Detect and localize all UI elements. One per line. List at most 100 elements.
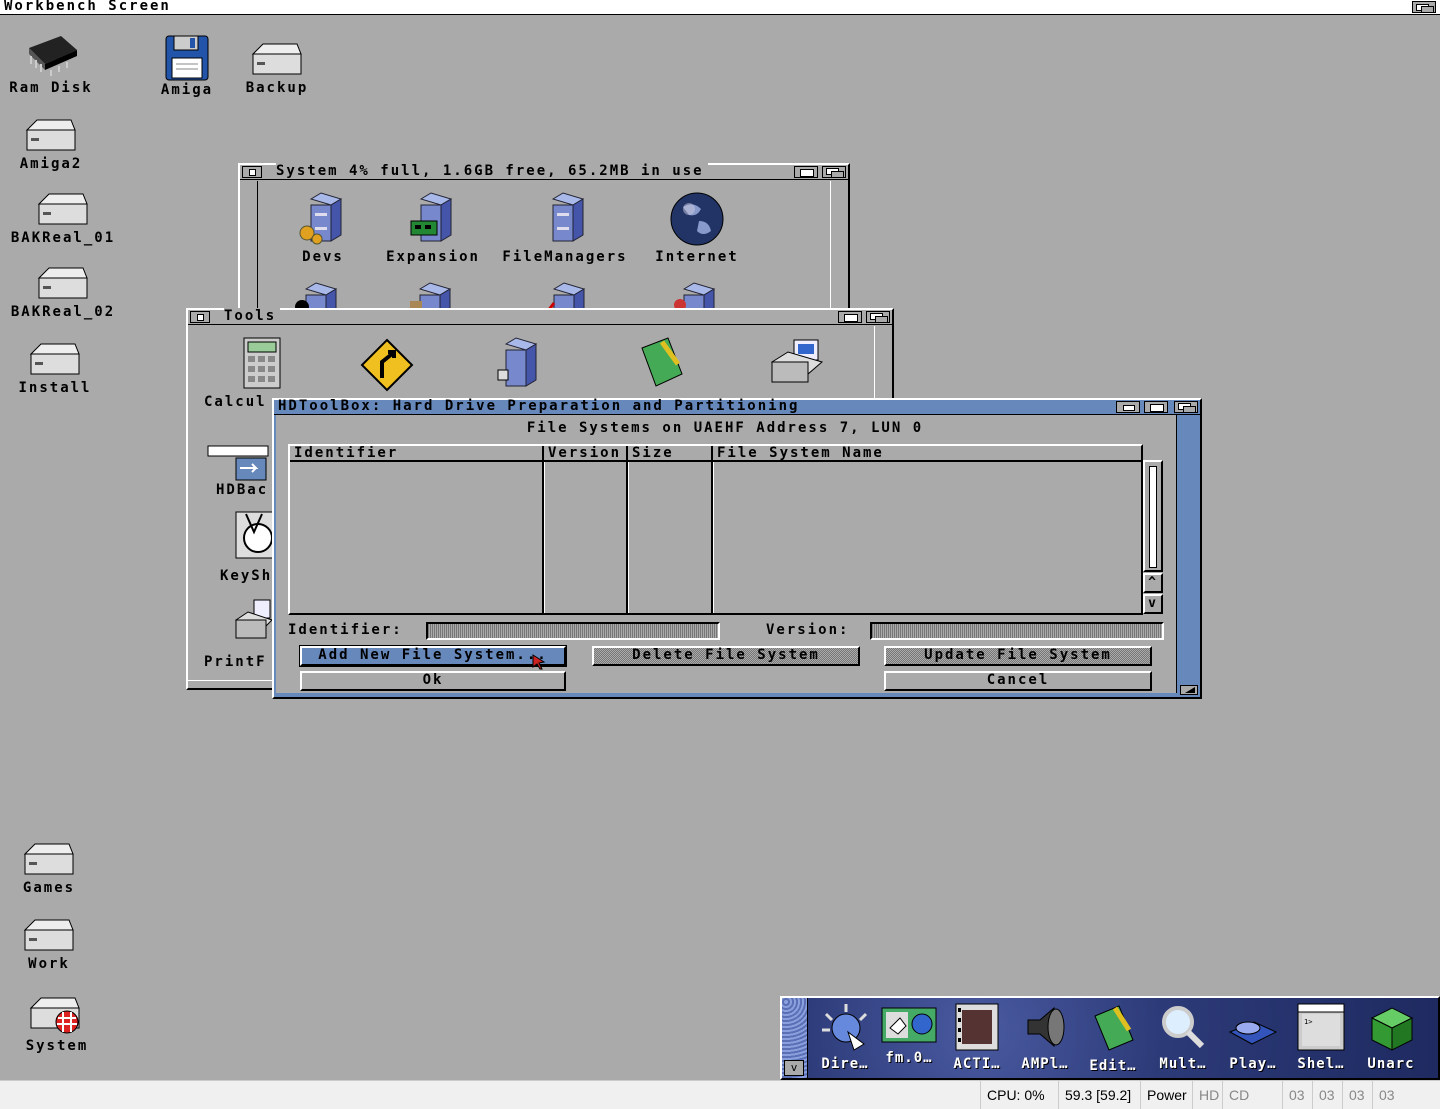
drawer-cabinet-icon: [410, 282, 452, 311]
hard-drive-icon: [29, 343, 80, 375]
list-scrollbar[interactable]: ^ v: [1143, 460, 1163, 615]
delete-file-system-button[interactable]: Delete File System: [592, 646, 860, 666]
iconify-gadget[interactable]: [1116, 401, 1140, 413]
file-manager-icon: [881, 1007, 937, 1043]
close-gadget[interactable]: [242, 166, 262, 178]
disc-player-icon: [1228, 1021, 1278, 1045]
dock-item-activity[interactable]: ACTI…: [948, 1002, 1006, 1072]
desktop-icon-label: Work: [28, 956, 70, 972]
drawer-internet[interactable]: Internet: [632, 191, 762, 265]
drawer-cabinet-icon: [295, 282, 338, 311]
window-title-bar[interactable]: System 4% full, 1.6GB free, 65.2MB in us…: [240, 163, 848, 180]
desktop-icon-work[interactable]: Work: [0, 916, 104, 972]
dock-item-directory-opus[interactable]: Dire…: [816, 1002, 874, 1072]
dock-item-fm[interactable]: fm.0…: [880, 1002, 938, 1066]
desktop-icon-bakreal02[interactable]: BAKReal_02: [8, 264, 118, 320]
hard-drive-icon: [37, 267, 88, 299]
notepad-icon: [641, 337, 683, 387]
drawer-cabinet-icon: [497, 337, 538, 387]
drawer-filemanagers[interactable]: FileManagers: [500, 191, 630, 265]
drive-df2-indicator[interactable]: 03: [1342, 1081, 1372, 1109]
zoom-gadget[interactable]: [1144, 401, 1168, 413]
green-box-icon: [1370, 1007, 1414, 1051]
column-header-version[interactable]: Version: [544, 446, 628, 462]
screen-title-bar[interactable]: Workbench Screen: [0, 0, 1440, 15]
drawer-cabinet-icon: [299, 192, 343, 245]
dock-item-label: Unarc: [1367, 1056, 1415, 1072]
dock-item-multiview[interactable]: Mult…: [1154, 1002, 1212, 1072]
hard-drive-icon: [23, 843, 74, 875]
desktop-icon-label: Backup: [245, 80, 309, 96]
desktop-icon-system[interactable]: System: [2, 994, 112, 1054]
dock-item-shell[interactable]: 1> Shel…: [1292, 1002, 1350, 1072]
add-new-file-system-button[interactable]: Add New File System...: [299, 645, 567, 667]
tool-label: Calcul: [204, 394, 267, 410]
drive-df3-indicator[interactable]: 03: [1372, 1081, 1402, 1109]
drawer-label: Internet: [655, 249, 739, 265]
file-system-list[interactable]: Identifier Version Size File System Name: [288, 444, 1143, 615]
desktop-icon-label: Ram Disk: [9, 80, 93, 96]
scroll-down-button[interactable]: v: [1143, 594, 1163, 614]
desktop-icon-games[interactable]: Games: [0, 840, 104, 896]
cpu-indicator: CPU: 0%: [980, 1081, 1050, 1109]
left-scroll-border: [242, 181, 258, 311]
hard-drive-icon: [25, 119, 76, 151]
svg-text:1>: 1>: [1304, 1018, 1312, 1026]
scrollbar-track[interactable]: [1143, 460, 1163, 572]
window-size-gadget[interactable]: [1180, 685, 1198, 695]
dock-item-play[interactable]: Play…: [1224, 1002, 1282, 1072]
zoom-gadget[interactable]: [838, 311, 862, 323]
dock-collapse-button[interactable]: v: [784, 1060, 804, 1076]
depth-gadget[interactable]: [822, 166, 846, 178]
update-file-system-button[interactable]: Update File System: [884, 646, 1152, 666]
calculator-icon: [243, 337, 281, 389]
dock-handle[interactable]: v: [782, 998, 808, 1078]
version-label: Version:: [766, 622, 850, 638]
column-header-identifier[interactable]: Identifier: [290, 446, 544, 462]
dock-item-label: Edit…: [1089, 1058, 1137, 1074]
dock-item-unarc[interactable]: Unarc: [1362, 1002, 1420, 1072]
column-header-file-system-name[interactable]: File System Name: [713, 446, 1141, 462]
version-input[interactable]: [872, 628, 1162, 643]
scrollbar-knob[interactable]: [1149, 466, 1157, 568]
desktop-icon-label: Install: [18, 380, 92, 396]
dock-item-label: AMPl…: [1021, 1056, 1069, 1072]
window-title-bar[interactable]: Tools: [188, 308, 892, 325]
identifier-field[interactable]: [426, 622, 720, 643]
window-title-bar[interactable]: HDToolBox: Hard Drive Preparation and Pa…: [274, 398, 1200, 415]
notepad-icon: [1094, 1005, 1134, 1051]
zoom-gadget[interactable]: [794, 166, 818, 178]
dock-bar[interactable]: v Dire… fm.0… ACTI… AMPl… Edit… Mult… Pl…: [780, 996, 1440, 1080]
window-title: Tools: [224, 308, 281, 324]
depth-gadget[interactable]: [866, 311, 890, 323]
close-gadget[interactable]: [190, 311, 210, 323]
right-scroll-border[interactable]: [830, 181, 846, 311]
dock-item-editor[interactable]: Edit…: [1084, 1002, 1142, 1074]
dock-item-amplifier[interactable]: AMPl…: [1016, 1002, 1074, 1072]
screen-depth-gadget[interactable]: [1412, 1, 1436, 13]
drive-df1-indicator[interactable]: 03: [1312, 1081, 1342, 1109]
drive-df0-indicator[interactable]: 03: [1282, 1081, 1312, 1109]
identifier-input[interactable]: [428, 628, 718, 643]
scroll-up-button[interactable]: ^: [1143, 573, 1163, 593]
window-left-border: [274, 415, 276, 697]
tool-label: HDBac: [216, 482, 269, 498]
desktop-icon-amiga2[interactable]: Amiga2: [0, 116, 106, 172]
desktop-icon-backup[interactable]: Backup: [222, 40, 332, 96]
version-field[interactable]: [870, 622, 1164, 643]
cancel-button[interactable]: Cancel: [884, 671, 1152, 691]
hdtoolbox-window[interactable]: HDToolBox: Hard Drive Preparation and Pa…: [272, 398, 1202, 699]
system-window[interactable]: System 4% full, 1.6GB free, 65.2MB in us…: [238, 163, 850, 313]
drawer-expansion[interactable]: Expansion: [368, 191, 498, 265]
desktop-icon-label: BAKReal_01: [10, 230, 116, 246]
desktop-icon-bakreal01[interactable]: BAKReal_01: [8, 190, 118, 246]
depth-gadget[interactable]: [1174, 401, 1198, 413]
ok-button[interactable]: Ok: [300, 671, 566, 691]
column-header-size[interactable]: Size: [628, 446, 713, 462]
tool-label: KeySh: [220, 568, 273, 584]
desktop-icon-install[interactable]: Install: [0, 340, 110, 396]
dock-item-label: fm.0…: [885, 1050, 933, 1066]
column-divider: [628, 462, 629, 613]
window-bottom-border: [274, 693, 1200, 697]
desktop-icon-ram-disk[interactable]: Ram Disk: [0, 30, 106, 96]
